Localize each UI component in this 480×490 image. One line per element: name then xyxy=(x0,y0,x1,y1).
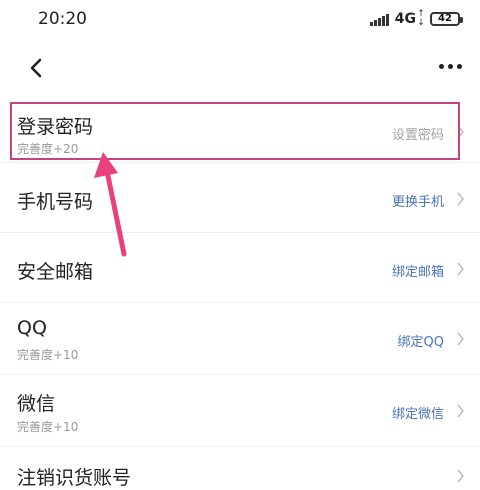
chevron-right-icon xyxy=(457,332,464,346)
row-qq[interactable]: QQ 完善度+10 绑定QQ xyxy=(0,303,480,375)
chevron-right-icon xyxy=(457,469,464,483)
bind-wechat-link[interactable]: 绑定微信 xyxy=(392,403,444,422)
highlight-box xyxy=(10,102,460,160)
row-title: 手机号码 xyxy=(17,191,94,213)
change-phone-link[interactable]: 更换手机 xyxy=(392,191,444,210)
row-title: 安全邮箱 xyxy=(17,261,94,283)
row-title: QQ xyxy=(17,317,47,339)
row-wechat[interactable]: 微信 完善度+10 绑定微信 xyxy=(0,375,480,447)
bind-qq-link[interactable]: 绑定QQ xyxy=(398,331,444,350)
row-security-email[interactable]: 安全邮箱 绑定邮箱 xyxy=(0,233,480,303)
row-phone-number[interactable]: 手机号码 更换手机 xyxy=(0,163,480,233)
nav-bar xyxy=(0,42,480,94)
chevron-right-icon xyxy=(457,262,464,276)
bind-email-link[interactable]: 绑定邮箱 xyxy=(392,261,444,280)
status-time: 20:20 xyxy=(38,9,87,29)
row-subtitle: 完善度+10 xyxy=(17,420,79,434)
chevron-right-icon xyxy=(457,404,464,418)
more-dots-icon[interactable] xyxy=(435,64,462,69)
chevron-right-icon xyxy=(457,192,464,206)
status-bar: 20:20 4G ↑ ↓ 42 xyxy=(0,0,480,38)
chevron-left-icon[interactable] xyxy=(26,56,48,80)
row-title: 微信 xyxy=(17,393,56,415)
row-title: 注销识货账号 xyxy=(17,467,132,489)
battery-icon: 42 xyxy=(430,12,463,26)
network-type: 4G xyxy=(394,11,416,27)
data-transfer-icon: ↑ ↓ xyxy=(417,9,425,28)
battery-level: 42 xyxy=(438,13,452,24)
row-deactivate-account[interactable]: 注销识货账号 xyxy=(0,447,480,489)
status-indicators: 4G ↑ ↓ 42 xyxy=(369,9,463,28)
signal-icon xyxy=(369,12,390,26)
row-subtitle: 完善度+10 xyxy=(17,348,79,362)
